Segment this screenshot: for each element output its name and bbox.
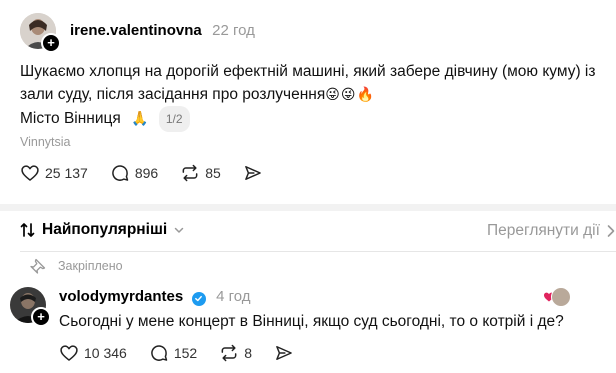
follow-plus-icon[interactable]: +	[31, 307, 51, 327]
repost-icon	[182, 164, 198, 182]
like-count: 25 137	[45, 165, 88, 181]
reply-repost-count: 8	[244, 345, 252, 361]
author-liked-indicator	[543, 287, 571, 307]
reply-comment-count: 152	[173, 345, 198, 361]
reply-text: Сьогодні у мене концерт в Вінниці, якщо …	[59, 313, 564, 330]
heart-icon	[21, 165, 39, 181]
comment-icon	[112, 165, 129, 181]
reply-username[interactable]: volodymyrdantes	[59, 288, 183, 305]
repost-count: 85	[205, 165, 221, 181]
reply-like-count: 10 346	[84, 345, 127, 361]
sort-dropdown[interactable]: Найпопулярніші	[20, 221, 185, 239]
chevron-right-icon	[607, 225, 615, 237]
reply-header: volodymyrdantes 4 год	[59, 288, 251, 306]
share-button[interactable]	[243, 163, 263, 183]
like-button[interactable]: 25 137	[20, 163, 88, 183]
post-location[interactable]: Vinnytsia	[20, 135, 71, 149]
comment-count: 896	[134, 165, 159, 181]
pinned-indicator: Закріплено	[30, 258, 123, 274]
reply-like-button[interactable]: 10 346	[59, 343, 127, 363]
emoji-group: 😜😜🔥	[325, 86, 375, 102]
repost-icon	[221, 344, 237, 362]
comment-icon	[151, 345, 168, 361]
comment-button[interactable]: 896	[110, 163, 158, 183]
chevron-down-icon	[174, 227, 184, 233]
view-activity-link[interactable]: Переглянути дії	[487, 222, 616, 240]
pinned-label: Закріплено	[58, 259, 123, 273]
view-activity-label: Переглянути дії	[487, 222, 600, 239]
post-actions: 25 137 896 85	[20, 163, 263, 183]
post-header: irene.valentinovna 22 год	[70, 22, 255, 40]
pray-emoji: 🙏	[131, 110, 149, 127]
reply-actions: 10 346 152 8	[59, 343, 294, 363]
post-username[interactable]: irene.valentinovna	[70, 22, 202, 39]
verified-badge-icon	[191, 291, 206, 306]
post-text-line-3: Місто Вінниця 🙏 1/2	[20, 106, 600, 132]
thin-divider	[20, 251, 616, 252]
sort-arrows-icon	[20, 223, 35, 237]
post-time: 22 год	[212, 22, 255, 39]
author-mini-avatar	[551, 287, 571, 307]
send-icon	[276, 346, 292, 360]
post-text-line-2: зали суду, після засідання про розлученн…	[20, 86, 375, 103]
section-divider	[0, 204, 616, 211]
repost-button[interactable]: 85	[180, 163, 221, 183]
post-body: Шукаємо хлопця на дорогій ефектній машин…	[20, 61, 600, 132]
reply-repost-button[interactable]: 8	[219, 343, 252, 363]
reply-share-button[interactable]	[274, 343, 294, 363]
reply-time: 4 год	[216, 288, 251, 305]
pin-icon	[30, 258, 46, 274]
follow-plus-icon[interactable]: +	[41, 33, 61, 53]
post-text-line-1: Шукаємо хлопця на дорогій ефектній машин…	[20, 63, 596, 80]
heart-icon	[60, 345, 78, 361]
page-indicator: 1/2	[158, 106, 190, 132]
send-icon	[244, 166, 261, 180]
reply-comment-button[interactable]: 152	[149, 343, 197, 363]
sort-label: Найпопулярніші	[42, 221, 168, 238]
